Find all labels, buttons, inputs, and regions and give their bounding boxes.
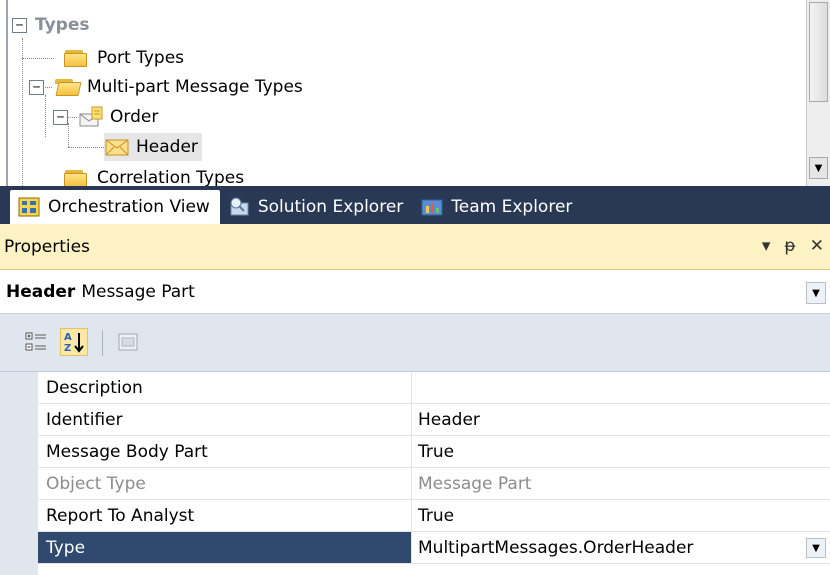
property-name: Report To Analyst [38, 500, 412, 531]
property-name: Identifier [38, 404, 412, 435]
tab-label: Team Explorer [451, 197, 573, 217]
tree-node-label: Correlation Types [97, 168, 245, 186]
tree-node-multipart-message-types[interactable]: − Multi-part Message Types [29, 73, 303, 101]
tab-solution-explorer[interactable]: Solution Explorer [220, 190, 413, 224]
property-name: Description [38, 372, 412, 403]
tree-guide-line [45, 95, 46, 137]
property-row-message-body-part[interactable]: Message Body Part True [38, 436, 830, 468]
svg-text:A: A [64, 332, 72, 343]
property-name: Type [38, 532, 412, 563]
tree-guide-line [68, 147, 104, 148]
property-value[interactable]: MultipartMessages.OrderHeader ▼ [412, 532, 830, 563]
scrollbar-thumb[interactable] [809, 2, 828, 102]
properties-title-bar: Properties ▾ ᵽ ✕ [0, 224, 830, 270]
folder-icon [64, 169, 88, 186]
scroll-down-icon[interactable]: ▼ [809, 157, 828, 179]
pin-icon[interactable]: ᵽ [784, 236, 795, 256]
property-row-object-type: Object Type Message Part [38, 468, 830, 500]
property-value[interactable]: True [412, 500, 830, 531]
property-grid: Description Identifier Header Message Bo… [0, 372, 830, 575]
tree-node-label: Port Types [97, 48, 185, 68]
tab-label: Solution Explorer [257, 197, 404, 217]
property-row-identifier[interactable]: Identifier Header [38, 404, 830, 436]
property-pages-icon[interactable] [114, 328, 142, 356]
tree-border [6, 0, 8, 186]
property-value[interactable] [412, 372, 830, 403]
tree-node-correlation-types[interactable]: Correlation Types [64, 164, 244, 186]
orchestration-tree: − Types Port Types − Multi-part Message … [0, 0, 830, 186]
message-type-icon [78, 106, 104, 128]
folder-icon [64, 49, 88, 67]
tool-window-tabs: Orchestration View Solution Explorer Tea… [0, 186, 830, 224]
categorized-icon[interactable] [22, 328, 50, 356]
tree-guide-line [22, 38, 23, 186]
object-selector[interactable]: Header Message Part ▼ [0, 270, 830, 314]
property-value[interactable]: True [412, 436, 830, 467]
tree-node-label: Header [136, 137, 198, 157]
collapse-icon[interactable]: − [53, 109, 68, 125]
property-name: Object Type [38, 468, 412, 499]
team-explorer-icon [421, 197, 443, 217]
tab-label: Orchestration View [48, 197, 210, 217]
tree-node-label: Multi-part Message Types [87, 77, 303, 97]
property-grid-gutter [0, 372, 38, 575]
property-row-report-to-analyst[interactable]: Report To Analyst True [38, 500, 830, 532]
tree-node-header[interactable]: Header [104, 133, 202, 161]
tree-guide-line [22, 58, 54, 59]
property-row-description[interactable]: Description [38, 372, 830, 404]
selected-object-type: Message Part [81, 281, 195, 302]
tab-team-explorer[interactable]: Team Explorer [413, 190, 582, 224]
collapse-icon[interactable]: − [12, 17, 27, 33]
message-part-icon [104, 137, 130, 157]
tab-orchestration-view[interactable]: Orchestration View [10, 190, 220, 224]
solution-explorer-icon [228, 197, 250, 217]
tree-node-label: Types [35, 15, 90, 35]
tree-scrollbar[interactable]: ▼ [806, 0, 830, 186]
tree-node-label: Order [110, 107, 159, 127]
window-position-dropdown-icon[interactable]: ▾ [762, 236, 771, 256]
alphabetical-icon[interactable]: A Z [60, 328, 88, 356]
properties-toolbar: A Z [0, 314, 830, 372]
property-name: Message Body Part [38, 436, 412, 467]
collapse-icon[interactable]: − [29, 79, 44, 95]
open-folder-icon [54, 78, 82, 96]
orchestration-view-icon [18, 197, 40, 217]
svg-text:Z: Z [64, 343, 71, 354]
tree-node-types[interactable]: − Types [12, 11, 89, 39]
properties-title: Properties [4, 236, 90, 257]
property-value[interactable]: Header [412, 404, 830, 435]
close-icon[interactable]: ✕ [810, 236, 824, 256]
chevron-down-icon[interactable]: ▼ [806, 282, 826, 304]
selected-object-name: Header [6, 281, 76, 302]
property-row-type[interactable]: Type MultipartMessages.OrderHeader ▼ [38, 532, 830, 564]
toolbar-separator [102, 330, 103, 356]
tree-node-order[interactable]: − Order [53, 103, 158, 131]
property-value: Message Part [418, 473, 532, 494]
chevron-down-icon[interactable]: ▼ [806, 538, 826, 558]
property-value-text: MultipartMessages.OrderHeader [418, 537, 694, 558]
tree-node-port-types[interactable]: Port Types [64, 44, 184, 72]
